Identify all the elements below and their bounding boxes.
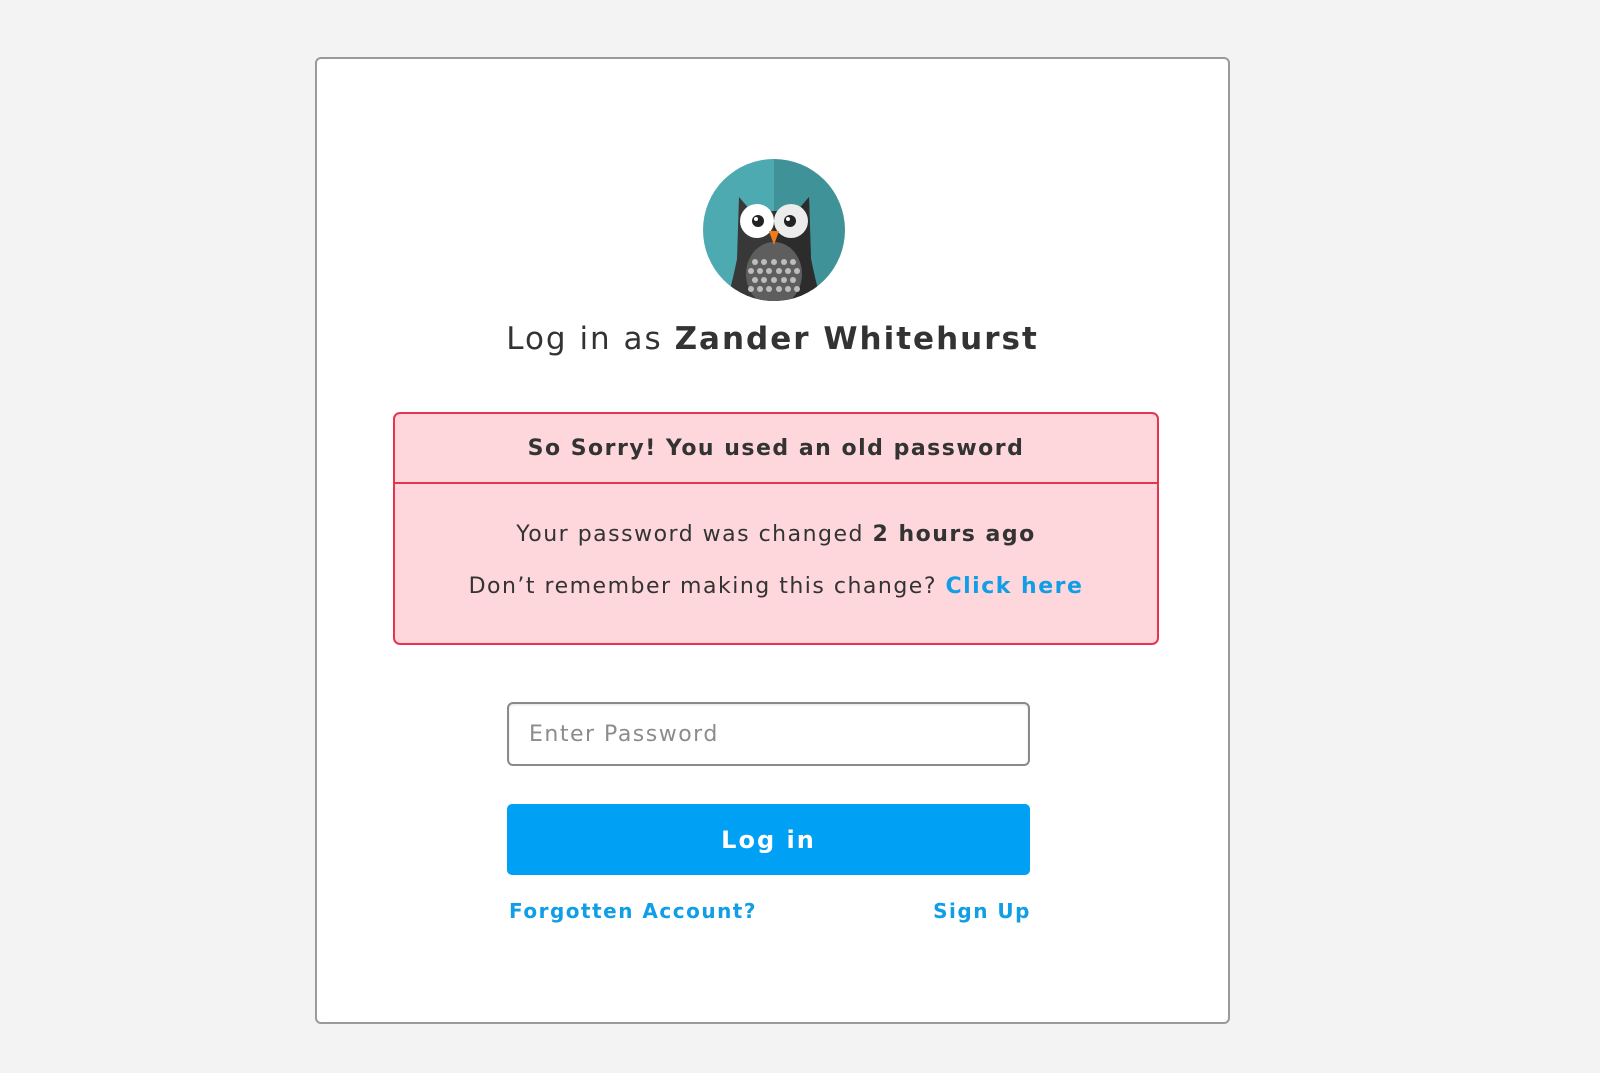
login-card: Log in as Zander Whitehurst So Sorry! Yo… — [315, 57, 1230, 1024]
password-changed-time: 2 hours ago — [872, 522, 1036, 547]
login-button[interactable]: Log in — [507, 804, 1030, 875]
password-input[interactable] — [507, 702, 1030, 766]
forgotten-account-link[interactable]: Forgotten Account? — [509, 899, 757, 923]
old-password-alert: So Sorry! You used an old password Your … — [393, 412, 1159, 645]
remember-change-message: Don’t remember making this change? Click… — [395, 574, 1157, 599]
remember-change-prefix: Don’t remember making this change? — [468, 574, 937, 599]
click-here-link[interactable]: Click here — [946, 574, 1084, 599]
login-title-prefix: Log in as — [506, 321, 663, 357]
password-changed-prefix: Your password was changed — [516, 522, 865, 547]
sign-up-link[interactable]: Sign Up — [933, 899, 1031, 923]
alert-title: So Sorry! You used an old password — [395, 414, 1157, 484]
owl-avatar-icon — [703, 159, 845, 301]
user-name: Zander Whitehurst — [674, 321, 1039, 357]
password-changed-message: Your password was changed 2 hours ago — [395, 522, 1157, 547]
login-title: Log in as Zander Whitehurst — [317, 321, 1228, 357]
